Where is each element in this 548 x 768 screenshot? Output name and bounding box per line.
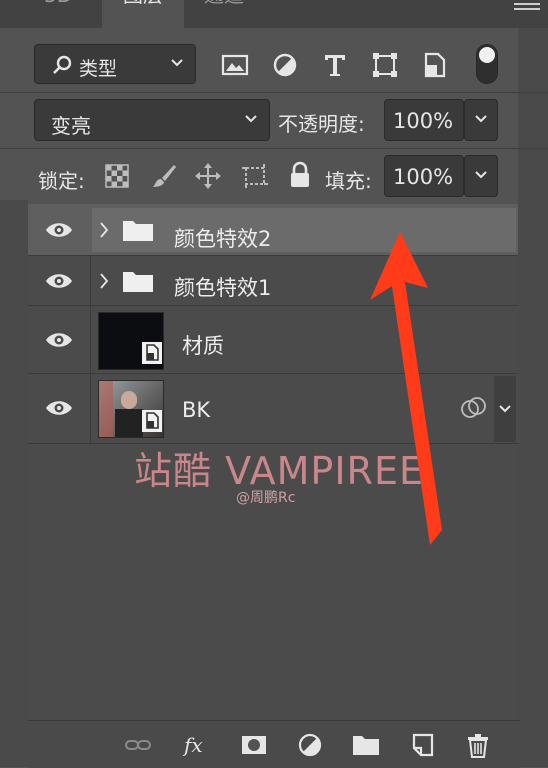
- fill-value: 100%: [393, 165, 454, 189]
- adjustment-icon[interactable]: [296, 732, 324, 758]
- mask-icon[interactable]: [240, 732, 268, 758]
- eye-icon[interactable]: [44, 398, 74, 418]
- smart-object-badge-icon: [142, 342, 162, 364]
- tab-3d[interactable]: 3D: [44, 0, 72, 28]
- lock-artboard-icon[interactable]: [240, 162, 270, 190]
- lock-position-icon[interactable]: [194, 162, 222, 190]
- fx-icon[interactable]: fx: [182, 732, 210, 758]
- trash-icon[interactable]: [464, 732, 492, 758]
- panel-tab-strip: 3D 图层 通道: [0, 0, 548, 28]
- layer-name: 颜色特效1: [174, 276, 272, 300]
- chevron-right-icon[interactable]: [98, 221, 110, 239]
- shape-layer-filter-icon[interactable]: [370, 50, 400, 80]
- filter-toggle-knob: [479, 47, 495, 63]
- panel-scroll-area[interactable]: [518, 28, 548, 767]
- layer-effects-expander[interactable]: [494, 376, 516, 442]
- chevron-right-icon[interactable]: [98, 272, 110, 290]
- chevron-down-icon: [475, 115, 487, 123]
- watermark-credit: @周鹏Rc: [236, 490, 296, 506]
- opacity-label: 不透明度:: [278, 112, 365, 136]
- adjustment-layer-filter-icon[interactable]: [270, 50, 300, 80]
- opacity-input[interactable]: 100%: [384, 99, 464, 141]
- blend-mode-value: 变亮: [51, 114, 91, 138]
- type-layer-filter-icon[interactable]: [320, 50, 350, 80]
- layer-name: 颜色特效2: [174, 227, 272, 251]
- layers-bottom-toolbar: [28, 720, 520, 768]
- opacity-dropdown-button[interactable]: [464, 99, 498, 141]
- fill-label: 填充:: [325, 169, 372, 193]
- chevron-down-icon: [499, 405, 511, 413]
- panel-menu-icon[interactable]: [514, 0, 540, 12]
- chevron-down-icon: [245, 115, 257, 123]
- lock-label: 锁定:: [38, 169, 85, 193]
- divider: [0, 148, 548, 149]
- new-group-icon[interactable]: [352, 732, 380, 758]
- folder-icon: [123, 221, 153, 241]
- smart-object-filter-icon[interactable]: [420, 50, 450, 80]
- eye-icon[interactable]: [44, 271, 74, 291]
- pixel-layer-filter-icon[interactable]: [220, 50, 250, 80]
- layer-name: BK: [182, 398, 211, 422]
- panel-left-gutter: [0, 200, 28, 767]
- layer-name: 材质: [182, 334, 224, 358]
- lock-transparent-pixels-icon[interactable]: [104, 163, 130, 189]
- folder-icon: [123, 272, 153, 292]
- annotation-arrow-icon: [370, 232, 442, 545]
- opacity-value: 100%: [393, 109, 454, 133]
- chevron-down-icon: [475, 171, 487, 179]
- fill-dropdown-button[interactable]: [464, 155, 498, 197]
- smart-filter-effects-icon[interactable]: [460, 396, 488, 420]
- filter-kind-select[interactable]: 类型: [34, 44, 196, 84]
- eye-icon[interactable]: [44, 220, 74, 240]
- link-icon[interactable]: [124, 732, 152, 758]
- divider: [0, 92, 548, 93]
- chevron-down-icon: [171, 59, 183, 67]
- filter-toggle[interactable]: [476, 44, 498, 84]
- tab-layers[interactable]: 图层: [102, 0, 184, 28]
- new-layer-icon[interactable]: [408, 732, 436, 758]
- lock-all-icon[interactable]: [288, 161, 312, 189]
- filter-kind-label: 类型: [79, 58, 118, 80]
- svg-text:fx: fx: [182, 733, 203, 757]
- smart-object-badge-icon: [142, 410, 162, 432]
- fill-input[interactable]: 100%: [384, 155, 464, 197]
- lock-image-pixels-icon[interactable]: [150, 162, 178, 190]
- eye-icon[interactable]: [44, 330, 74, 350]
- blend-mode-select[interactable]: 变亮: [34, 99, 270, 141]
- tab-channels[interactable]: 通道: [204, 0, 244, 28]
- search-icon: [53, 55, 72, 74]
